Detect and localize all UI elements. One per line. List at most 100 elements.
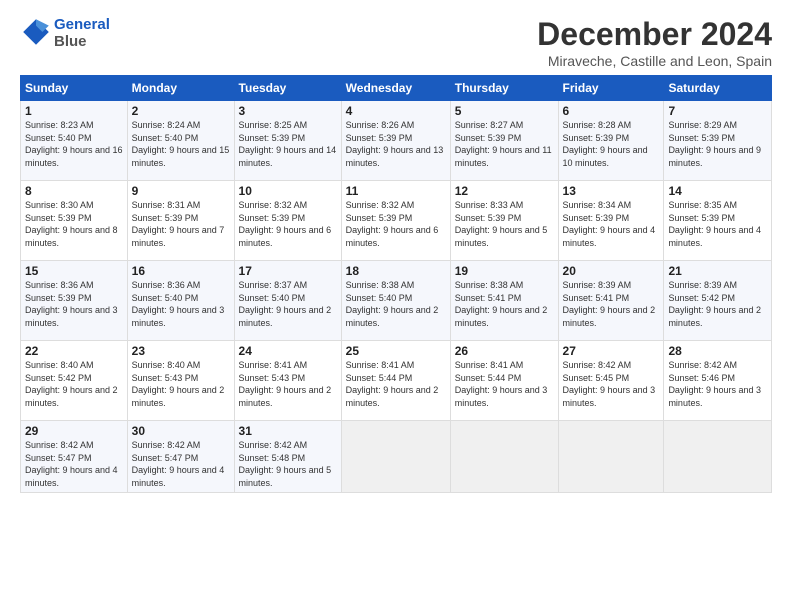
day-info: Sunrise: 8:26 AM Sunset: 5:39 PM Dayligh… <box>346 119 446 169</box>
day-number: 20 <box>563 264 660 278</box>
day-info: Sunrise: 8:25 AM Sunset: 5:39 PM Dayligh… <box>239 119 337 169</box>
logo: General Blue <box>20 16 110 50</box>
day-number: 15 <box>25 264 123 278</box>
day-number: 25 <box>346 344 446 358</box>
day-number: 22 <box>25 344 123 358</box>
day-info: Sunrise: 8:42 AM Sunset: 5:47 PM Dayligh… <box>25 439 123 489</box>
day-info: Sunrise: 8:29 AM Sunset: 5:39 PM Dayligh… <box>668 119 767 169</box>
calendar-cell: 7Sunrise: 8:29 AM Sunset: 5:39 PM Daylig… <box>664 101 772 181</box>
calendar-cell: 25Sunrise: 8:41 AM Sunset: 5:44 PM Dayli… <box>341 341 450 421</box>
day-number: 1 <box>25 104 123 118</box>
day-info: Sunrise: 8:24 AM Sunset: 5:40 PM Dayligh… <box>132 119 230 169</box>
calendar-cell: 8Sunrise: 8:30 AM Sunset: 5:39 PM Daylig… <box>21 181 128 261</box>
calendar-cell: 28Sunrise: 8:42 AM Sunset: 5:46 PM Dayli… <box>664 341 772 421</box>
day-number: 11 <box>346 184 446 198</box>
calendar-cell: 12Sunrise: 8:33 AM Sunset: 5:39 PM Dayli… <box>450 181 558 261</box>
calendar-cell: 31Sunrise: 8:42 AM Sunset: 5:48 PM Dayli… <box>234 421 341 493</box>
calendar-cell: 14Sunrise: 8:35 AM Sunset: 5:39 PM Dayli… <box>664 181 772 261</box>
day-number: 21 <box>668 264 767 278</box>
day-number: 12 <box>455 184 554 198</box>
calendar-header-row: Sunday Monday Tuesday Wednesday Thursday… <box>21 76 772 101</box>
calendar-cell: 9Sunrise: 8:31 AM Sunset: 5:39 PM Daylig… <box>127 181 234 261</box>
day-number: 17 <box>239 264 337 278</box>
calendar-cell: 6Sunrise: 8:28 AM Sunset: 5:39 PM Daylig… <box>558 101 664 181</box>
calendar-cell: 11Sunrise: 8:32 AM Sunset: 5:39 PM Dayli… <box>341 181 450 261</box>
logo-icon <box>20 16 52 48</box>
calendar-cell: 10Sunrise: 8:32 AM Sunset: 5:39 PM Dayli… <box>234 181 341 261</box>
day-number: 5 <box>455 104 554 118</box>
col-sunday: Sunday <box>21 76 128 101</box>
day-info: Sunrise: 8:32 AM Sunset: 5:39 PM Dayligh… <box>239 199 337 249</box>
calendar-cell: 13Sunrise: 8:34 AM Sunset: 5:39 PM Dayli… <box>558 181 664 261</box>
day-number: 10 <box>239 184 337 198</box>
day-number: 19 <box>455 264 554 278</box>
title-block: December 2024 Miraveche, Castille and Le… <box>537 16 772 69</box>
header: General Blue December 2024 Miraveche, Ca… <box>20 16 772 69</box>
calendar-cell <box>664 421 772 493</box>
calendar-cell: 29Sunrise: 8:42 AM Sunset: 5:47 PM Dayli… <box>21 421 128 493</box>
calendar-cell <box>558 421 664 493</box>
day-info: Sunrise: 8:41 AM Sunset: 5:43 PM Dayligh… <box>239 359 337 409</box>
day-number: 26 <box>455 344 554 358</box>
day-info: Sunrise: 8:31 AM Sunset: 5:39 PM Dayligh… <box>132 199 230 249</box>
day-number: 16 <box>132 264 230 278</box>
page: General Blue December 2024 Miraveche, Ca… <box>0 0 792 612</box>
day-info: Sunrise: 8:41 AM Sunset: 5:44 PM Dayligh… <box>346 359 446 409</box>
day-info: Sunrise: 8:39 AM Sunset: 5:41 PM Dayligh… <box>563 279 660 329</box>
col-monday: Monday <box>127 76 234 101</box>
calendar-cell: 20Sunrise: 8:39 AM Sunset: 5:41 PM Dayli… <box>558 261 664 341</box>
day-info: Sunrise: 8:35 AM Sunset: 5:39 PM Dayligh… <box>668 199 767 249</box>
day-info: Sunrise: 8:42 AM Sunset: 5:48 PM Dayligh… <box>239 439 337 489</box>
day-info: Sunrise: 8:40 AM Sunset: 5:42 PM Dayligh… <box>25 359 123 409</box>
calendar-cell: 24Sunrise: 8:41 AM Sunset: 5:43 PM Dayli… <box>234 341 341 421</box>
calendar-cell: 1Sunrise: 8:23 AM Sunset: 5:40 PM Daylig… <box>21 101 128 181</box>
day-number: 28 <box>668 344 767 358</box>
day-info: Sunrise: 8:27 AM Sunset: 5:39 PM Dayligh… <box>455 119 554 169</box>
day-number: 9 <box>132 184 230 198</box>
day-number: 7 <box>668 104 767 118</box>
day-number: 8 <box>25 184 123 198</box>
day-info: Sunrise: 8:41 AM Sunset: 5:44 PM Dayligh… <box>455 359 554 409</box>
day-number: 4 <box>346 104 446 118</box>
col-saturday: Saturday <box>664 76 772 101</box>
day-number: 18 <box>346 264 446 278</box>
calendar-cell: 15Sunrise: 8:36 AM Sunset: 5:39 PM Dayli… <box>21 261 128 341</box>
day-number: 2 <box>132 104 230 118</box>
day-info: Sunrise: 8:42 AM Sunset: 5:45 PM Dayligh… <box>563 359 660 409</box>
calendar-cell: 21Sunrise: 8:39 AM Sunset: 5:42 PM Dayli… <box>664 261 772 341</box>
day-info: Sunrise: 8:33 AM Sunset: 5:39 PM Dayligh… <box>455 199 554 249</box>
day-info: Sunrise: 8:38 AM Sunset: 5:41 PM Dayligh… <box>455 279 554 329</box>
day-info: Sunrise: 8:32 AM Sunset: 5:39 PM Dayligh… <box>346 199 446 249</box>
calendar-cell: 26Sunrise: 8:41 AM Sunset: 5:44 PM Dayli… <box>450 341 558 421</box>
location-title: Miraveche, Castille and Leon, Spain <box>537 53 772 69</box>
col-wednesday: Wednesday <box>341 76 450 101</box>
calendar-cell <box>450 421 558 493</box>
day-number: 23 <box>132 344 230 358</box>
day-info: Sunrise: 8:42 AM Sunset: 5:47 PM Dayligh… <box>132 439 230 489</box>
day-info: Sunrise: 8:23 AM Sunset: 5:40 PM Dayligh… <box>25 119 123 169</box>
day-number: 30 <box>132 424 230 438</box>
day-number: 14 <box>668 184 767 198</box>
logo-text: General Blue <box>54 16 110 50</box>
col-tuesday: Tuesday <box>234 76 341 101</box>
calendar-cell: 17Sunrise: 8:37 AM Sunset: 5:40 PM Dayli… <box>234 261 341 341</box>
calendar-cell: 16Sunrise: 8:36 AM Sunset: 5:40 PM Dayli… <box>127 261 234 341</box>
day-number: 27 <box>563 344 660 358</box>
day-info: Sunrise: 8:34 AM Sunset: 5:39 PM Dayligh… <box>563 199 660 249</box>
day-info: Sunrise: 8:36 AM Sunset: 5:39 PM Dayligh… <box>25 279 123 329</box>
day-info: Sunrise: 8:40 AM Sunset: 5:43 PM Dayligh… <box>132 359 230 409</box>
day-number: 6 <box>563 104 660 118</box>
col-friday: Friday <box>558 76 664 101</box>
day-info: Sunrise: 8:28 AM Sunset: 5:39 PM Dayligh… <box>563 119 660 169</box>
day-info: Sunrise: 8:36 AM Sunset: 5:40 PM Dayligh… <box>132 279 230 329</box>
day-number: 3 <box>239 104 337 118</box>
calendar-cell: 19Sunrise: 8:38 AM Sunset: 5:41 PM Dayli… <box>450 261 558 341</box>
day-info: Sunrise: 8:30 AM Sunset: 5:39 PM Dayligh… <box>25 199 123 249</box>
calendar-cell: 3Sunrise: 8:25 AM Sunset: 5:39 PM Daylig… <box>234 101 341 181</box>
day-number: 29 <box>25 424 123 438</box>
calendar: Sunday Monday Tuesday Wednesday Thursday… <box>20 75 772 493</box>
calendar-cell: 27Sunrise: 8:42 AM Sunset: 5:45 PM Dayli… <box>558 341 664 421</box>
calendar-cell: 23Sunrise: 8:40 AM Sunset: 5:43 PM Dayli… <box>127 341 234 421</box>
day-info: Sunrise: 8:42 AM Sunset: 5:46 PM Dayligh… <box>668 359 767 409</box>
calendar-cell: 4Sunrise: 8:26 AM Sunset: 5:39 PM Daylig… <box>341 101 450 181</box>
